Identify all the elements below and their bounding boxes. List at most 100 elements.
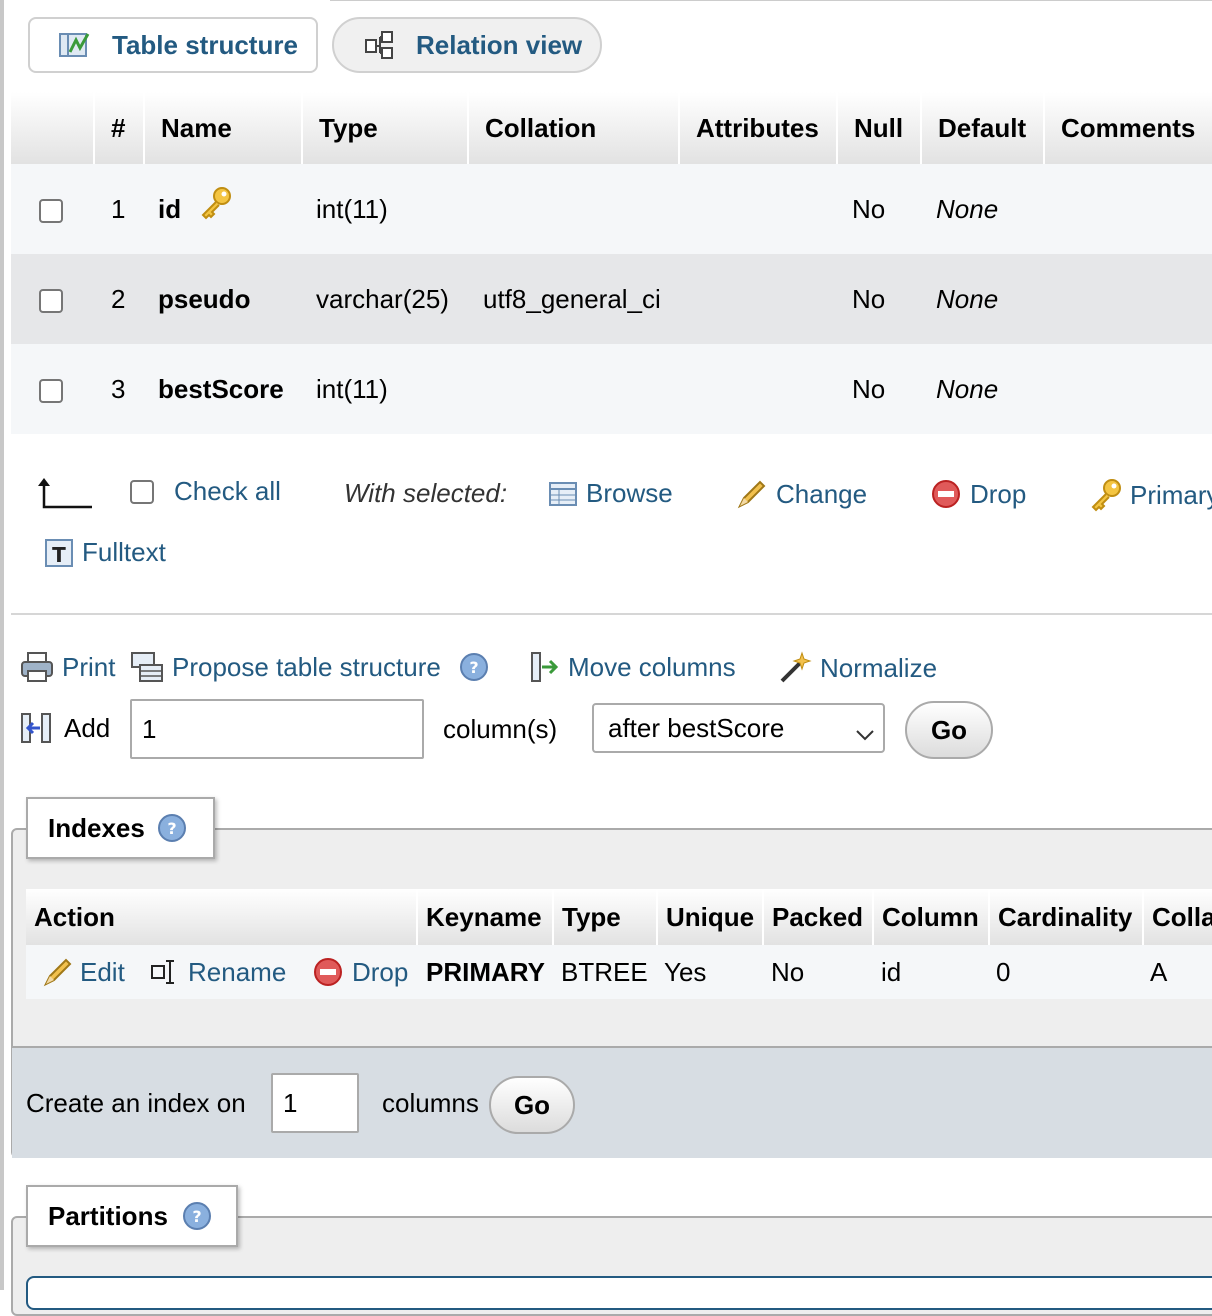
column-default: None — [936, 284, 999, 314]
index-type: BTREE — [561, 957, 648, 987]
check-all-label[interactable]: Check all — [174, 476, 281, 507]
drop-button[interactable]: Drop — [930, 478, 1026, 510]
pencil-icon — [736, 478, 768, 510]
browse-button[interactable]: Browse — [548, 478, 673, 509]
index-row: Edit Rename Drop PRIMARY BTREE Yes No id… — [26, 945, 1212, 999]
divider — [11, 613, 1212, 615]
svg-text:?: ? — [192, 1207, 201, 1226]
primary-key-icon — [198, 166, 232, 256]
col-header-null[interactable]: Null — [836, 92, 920, 164]
indexes-legend: Indexes ? — [26, 797, 215, 859]
column-type: int(11) — [316, 194, 388, 224]
drop-label: Drop — [970, 478, 1027, 509]
tab-label: Relation view — [416, 29, 583, 60]
column-name[interactable]: bestScore — [158, 344, 284, 434]
print-link[interactable]: Print — [20, 651, 115, 683]
add-label: Add — [64, 712, 111, 743]
index-drop-link[interactable]: Drop — [312, 945, 408, 999]
index-column: id — [881, 957, 902, 987]
create-index-label: Create an index on — [26, 1088, 246, 1118]
add-column-position-select[interactable]: after bestScore — [592, 703, 885, 753]
col-header-num[interactable]: # — [93, 92, 143, 164]
index-rename-link[interactable]: Rename — [150, 945, 286, 999]
arrow-up-left-icon — [36, 474, 96, 510]
index-packed: No — [771, 957, 805, 987]
column-type: int(11) — [316, 374, 388, 404]
rename-label: Rename — [188, 957, 287, 987]
create-index-go-button[interactable]: Go — [489, 1076, 575, 1134]
svg-text:?: ? — [167, 819, 176, 838]
add-column-count-input[interactable]: 1 — [130, 699, 424, 759]
normalize-label: Normalize — [820, 652, 938, 683]
create-index-columns-suffix: columns — [382, 1088, 479, 1118]
col-header-default[interactable]: Default — [920, 92, 1043, 164]
key-icon — [1088, 478, 1122, 512]
edit-label: Edit — [80, 957, 125, 987]
help-icon[interactable]: ? — [459, 652, 489, 682]
drop-icon — [930, 478, 962, 510]
idx-header-type: Type — [552, 889, 656, 945]
row-number: 1 — [111, 194, 126, 224]
tab-table-structure[interactable]: Table structure — [28, 17, 318, 73]
fulltext-label: Fulltext — [82, 536, 166, 567]
row-number: 2 — [111, 284, 126, 314]
column-name[interactable]: pseudo — [158, 254, 250, 344]
index-keyname: PRIMARY — [426, 957, 545, 987]
row-checkbox[interactable] — [39, 199, 63, 224]
tab-relation-view[interactable]: Relation view — [332, 17, 602, 73]
change-button[interactable]: Change — [736, 478, 867, 510]
propose-table-structure-link[interactable]: Propose table structure ? — [130, 651, 489, 683]
check-all-checkbox[interactable] — [130, 479, 154, 504]
create-index-count-input[interactable]: 1 — [271, 1073, 359, 1133]
structure-table-header: # Name Type Collation Attributes Null De… — [11, 92, 1212, 164]
col-header-name[interactable]: Name — [143, 92, 301, 164]
column-name[interactable]: id — [158, 164, 232, 254]
partitions-title: Partitions — [48, 1200, 168, 1231]
idx-header-collation: Colla — [1142, 889, 1212, 945]
move-columns-icon — [528, 651, 560, 683]
column-default: None — [936, 194, 999, 224]
columns-suffix: column(s) — [443, 714, 558, 744]
help-icon[interactable]: ? — [157, 813, 187, 843]
propose-structure-icon — [130, 651, 164, 683]
table-structure-icon — [58, 30, 92, 60]
row-checkbox[interactable] — [39, 289, 63, 314]
left-border — [0, 0, 4, 1290]
printer-icon — [20, 651, 54, 683]
chevron-down-icon — [855, 719, 875, 750]
check-all[interactable]: Check all — [130, 476, 281, 507]
table-row: 1 id int(11) No None — [11, 164, 1212, 254]
fulltext-icon: T — [44, 536, 74, 568]
svg-text:T: T — [52, 543, 66, 567]
partitions-legend: Partitions ? — [26, 1185, 238, 1247]
drop-label: Drop — [352, 957, 409, 987]
idx-header-unique: Unique — [656, 889, 762, 945]
structure-table: # Name Type Collation Attributes Null De… — [11, 92, 1212, 434]
primary-button[interactable]: Primary — [1088, 478, 1212, 512]
add-column-icon — [20, 712, 52, 744]
move-columns-link[interactable]: Move columns — [528, 651, 736, 683]
print-label: Print — [62, 651, 116, 682]
fulltext-button[interactable]: T Fulltext — [44, 536, 166, 568]
add-column-go-button[interactable]: Go — [905, 701, 993, 759]
col-header-attributes[interactable]: Attributes — [678, 92, 836, 164]
top-divider — [330, 0, 1212, 1]
column-type: varchar(25) — [316, 284, 449, 314]
col-header-comments[interactable]: Comments — [1043, 92, 1212, 164]
create-index-bar: Create an index on 1 columns Go — [12, 1046, 1212, 1158]
partitions-content-box — [26, 1276, 1212, 1310]
index-edit-link[interactable]: Edit — [42, 945, 125, 999]
indexes-table-header: Action Keyname Type Unique Packed Column… — [26, 889, 1212, 945]
idx-header-keyname: Keyname — [416, 889, 552, 945]
column-default: None — [936, 374, 999, 404]
help-icon[interactable]: ? — [182, 1201, 212, 1231]
svg-text:?: ? — [469, 658, 478, 677]
normalize-link[interactable]: Normalize — [778, 651, 937, 685]
rename-icon — [150, 957, 180, 987]
table-row: 3 bestScore int(11) No None — [11, 344, 1212, 434]
index-collation: A — [1150, 957, 1168, 987]
row-checkbox[interactable] — [39, 379, 63, 404]
col-header-type[interactable]: Type — [301, 92, 467, 164]
col-header-collation[interactable]: Collation — [467, 92, 678, 164]
idx-header-column: Column — [872, 889, 988, 945]
